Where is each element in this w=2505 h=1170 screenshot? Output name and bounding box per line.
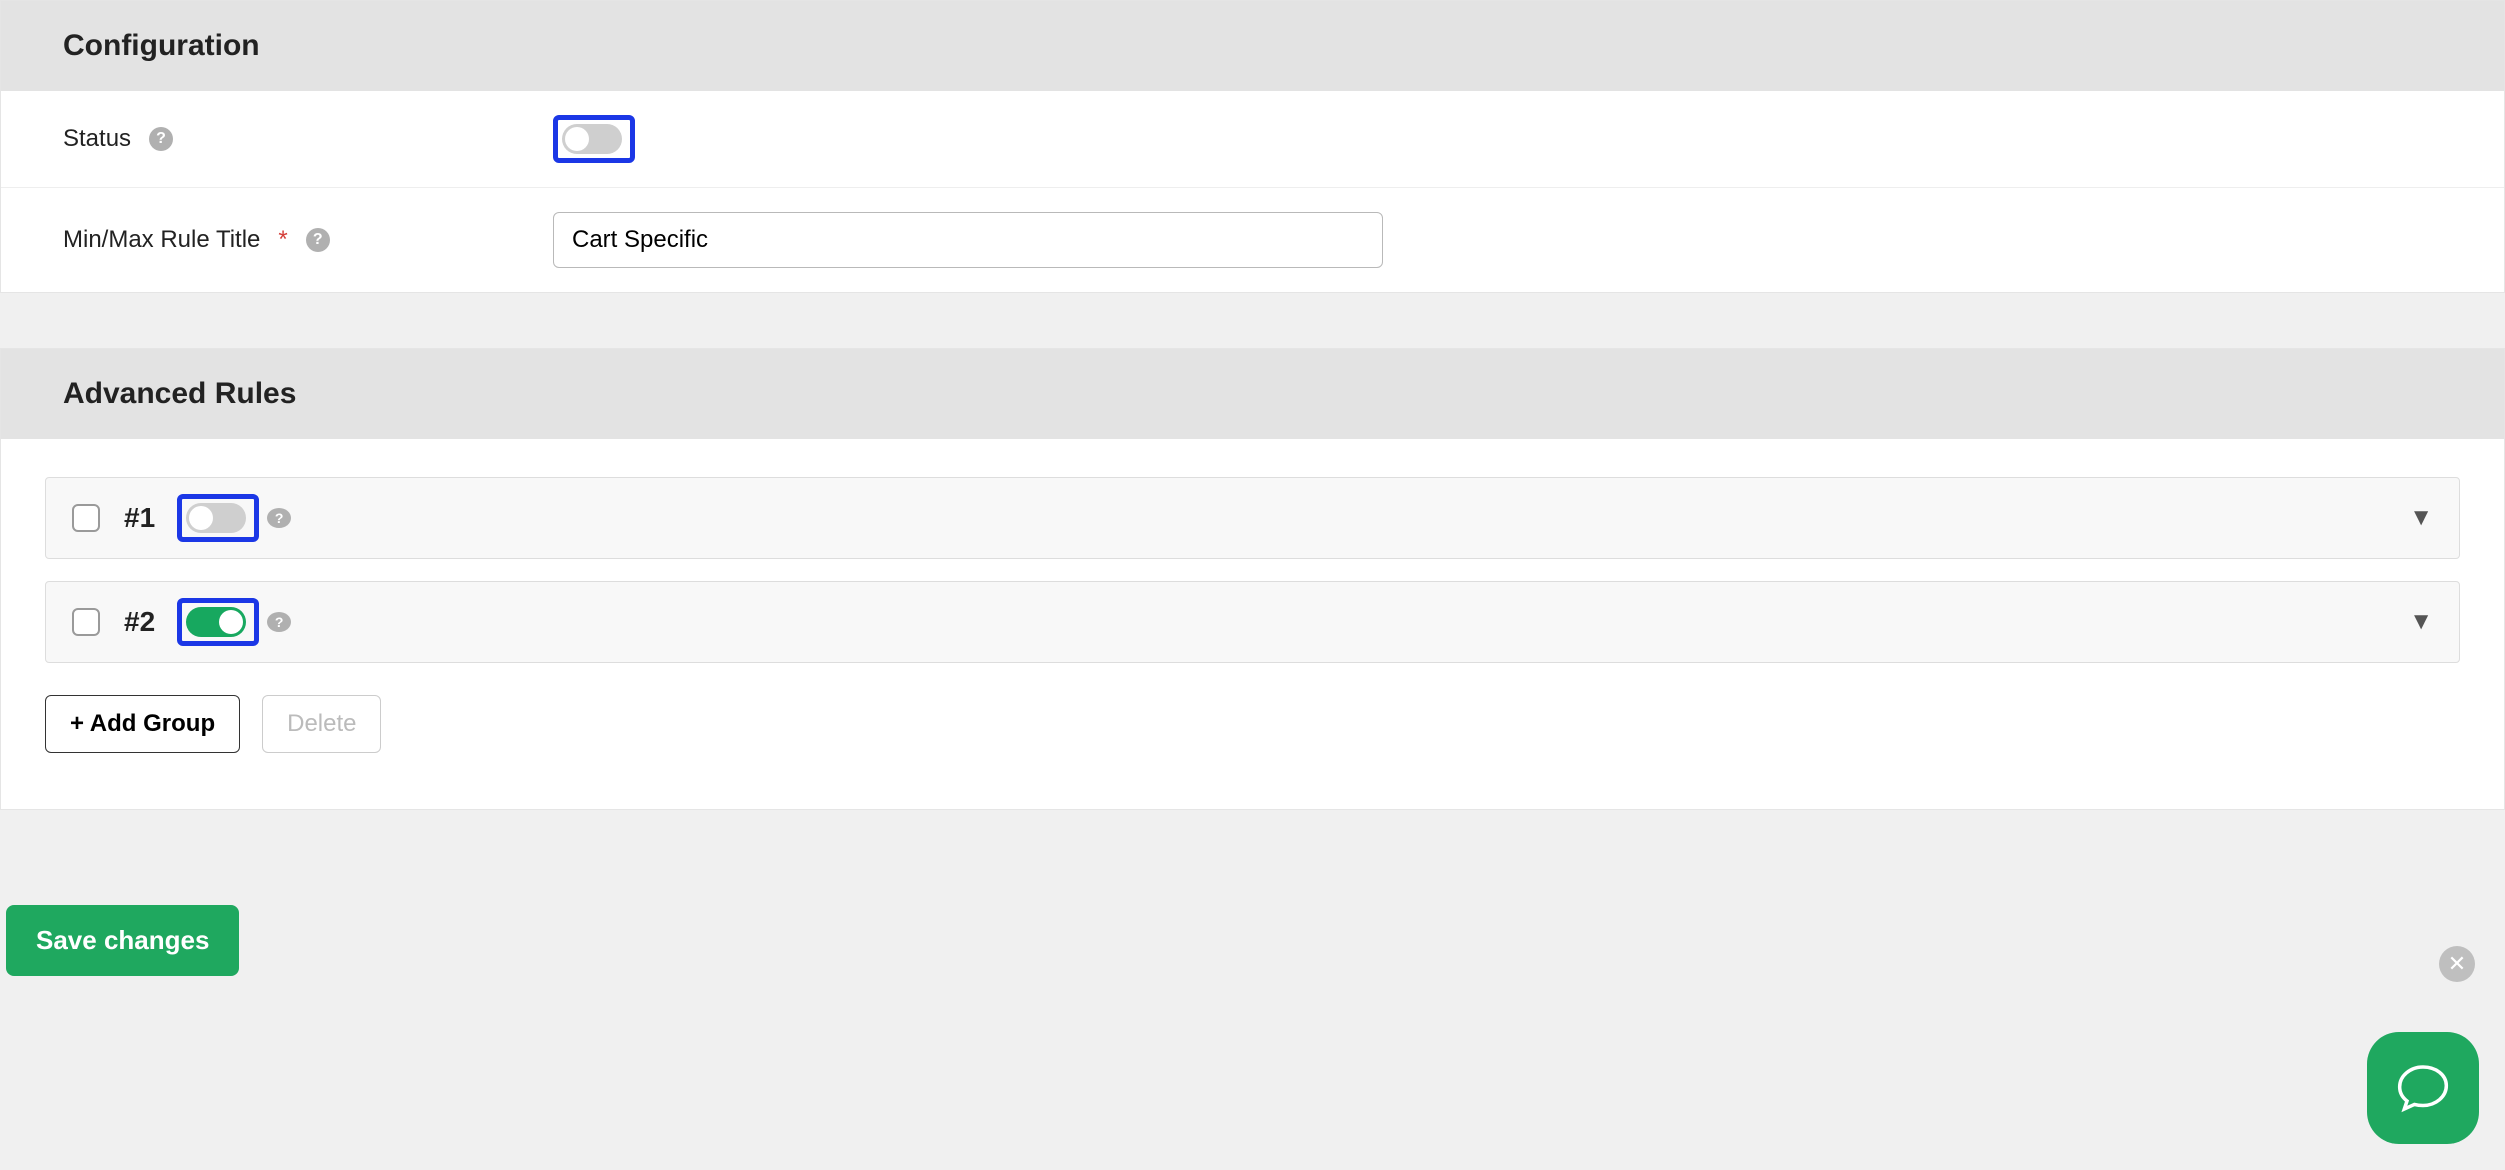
chevron-down-icon[interactable]: ▼ <box>2409 608 2433 636</box>
status-label: Status <box>63 125 131 153</box>
delete-button: Delete <box>262 695 381 753</box>
rule-row[interactable]: #2 ? ▼ <box>45 581 2460 663</box>
status-toggle-highlight <box>553 115 635 163</box>
status-label-wrap: Status ? <box>63 125 553 153</box>
rule-number: #1 <box>124 502 155 534</box>
help-icon[interactable]: ? <box>149 127 173 151</box>
chat-fab[interactable] <box>2367 1032 2479 1144</box>
status-toggle[interactable] <box>562 124 622 154</box>
help-icon[interactable]: ? <box>306 228 330 252</box>
title-label-wrap: Min/Max Rule Title * ? <box>63 226 553 254</box>
chevron-down-icon[interactable]: ▼ <box>2409 504 2433 532</box>
rule-checkbox[interactable] <box>72 504 100 532</box>
configuration-header: Configuration <box>1 1 2504 91</box>
configuration-panel: Configuration Status ? Min/Max Rule Titl… <box>0 0 2505 293</box>
rule-number: #2 <box>124 606 155 638</box>
rule-toggle[interactable] <box>186 607 246 637</box>
rule-row[interactable]: #1 ? ▼ <box>45 477 2460 559</box>
advanced-rules-body: #1 ? ▼ #2 ? ▼ <box>1 439 2504 809</box>
close-icon[interactable]: ✕ <box>2439 946 2475 982</box>
rule-toggle-highlight <box>177 494 259 542</box>
rule-actions: + Add Group Delete <box>45 695 2460 753</box>
rule-toggle[interactable] <box>186 503 246 533</box>
save-changes-button[interactable]: Save changes <box>6 905 239 976</box>
rule-title-input[interactable] <box>553 212 1383 268</box>
status-row: Status ? <box>1 91 2504 188</box>
help-icon[interactable]: ? <box>267 612 291 632</box>
help-icon[interactable]: ? <box>267 508 291 528</box>
add-group-button[interactable]: + Add Group <box>45 695 240 753</box>
advanced-rules-header: Advanced Rules <box>1 349 2504 439</box>
chat-icon <box>2395 1060 2451 1116</box>
title-row: Min/Max Rule Title * ? <box>1 188 2504 292</box>
rule-toggle-highlight <box>177 598 259 646</box>
advanced-rules-panel: Advanced Rules #1 ? ▼ #2 <box>0 348 2505 810</box>
rule-checkbox[interactable] <box>72 608 100 636</box>
title-label: Min/Max Rule Title <box>63 226 260 254</box>
required-asterisk: * <box>278 226 287 254</box>
